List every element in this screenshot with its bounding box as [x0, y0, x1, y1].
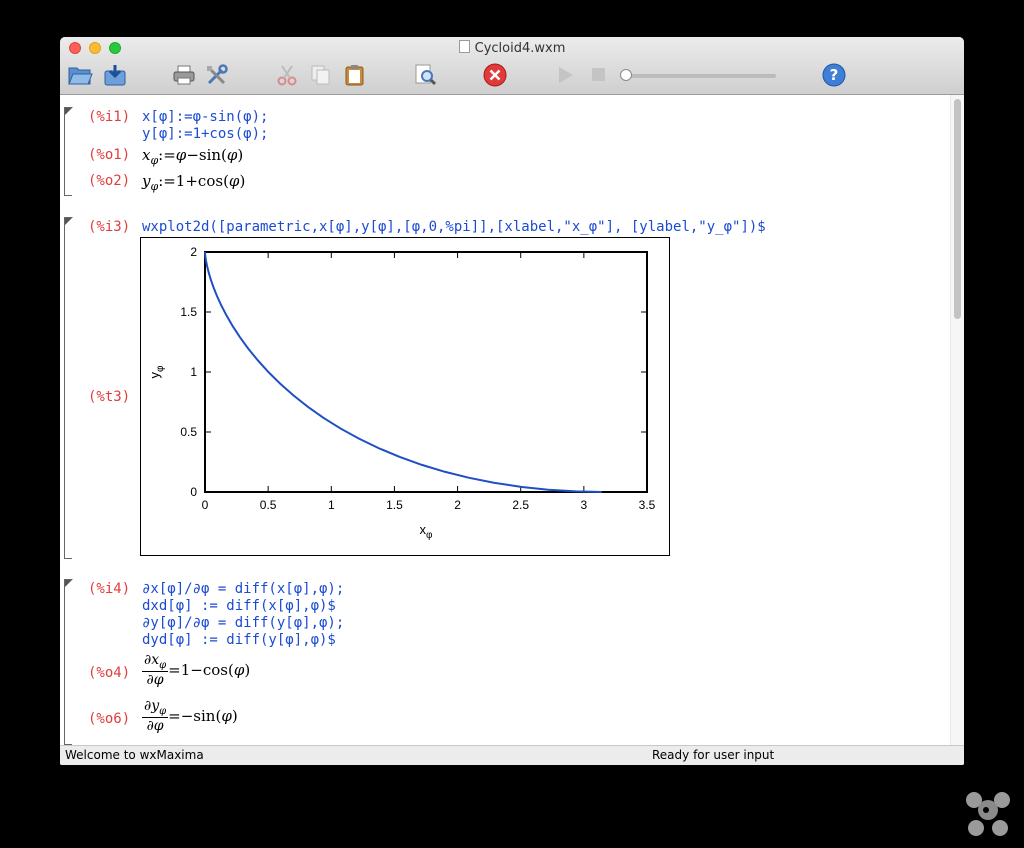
help-icon: ? — [822, 63, 846, 87]
stop-animation-button[interactable] — [586, 62, 612, 88]
scrollbar-thumb[interactable] — [954, 99, 961, 319]
open-folder-icon — [68, 67, 93, 85]
printer-icon — [173, 65, 195, 85]
worksheet[interactable]: (%i1) x[φ]:=φ-sin(φ); y[φ]:=1+cos(φ); (%… — [60, 95, 950, 745]
animation-slider-track[interactable] — [626, 74, 776, 78]
input-line[interactable]: wxplot2d([parametric,x[φ],y[φ],[φ,0,%pi]… — [142, 219, 766, 236]
x-tick-label: 0.5 — [260, 498, 277, 512]
derivative-fraction: ∂yφ ∂φ — [142, 698, 169, 734]
interrupt-button[interactable] — [482, 62, 508, 88]
status-message: Welcome to wxMaxima — [65, 748, 204, 762]
output-label-o6: (%o6) — [88, 711, 131, 727]
stop-sign-icon — [483, 63, 507, 87]
input-label-i4: (%i4) — [88, 581, 131, 597]
titlebar: Cycloid4.wxm ? — [60, 37, 964, 95]
cell-bracket[interactable] — [64, 107, 73, 196]
stop-icon — [592, 68, 605, 81]
x-tick-label: 3 — [581, 498, 588, 512]
plot-image: 0 0.5 1 1.5 2 2.5 3 3.5 0 0.5 1 1.5 2 xφ yφ — [140, 237, 670, 556]
input-label-i1: (%i1) — [88, 109, 131, 125]
x-tick-label: 2 — [454, 498, 461, 512]
y-axis-label: yφ — [147, 365, 166, 379]
svg-text:?: ? — [830, 66, 839, 84]
x-tick-label: 0 — [202, 498, 209, 512]
watermark-logo — [966, 792, 1010, 836]
window-title-area: Cycloid4.wxm — [60, 40, 964, 56]
x-axis-label: xφ — [420, 522, 434, 541]
output-o4: ∂xφ ∂φ =1−cos(φ) — [142, 652, 251, 688]
find-icon — [415, 64, 437, 86]
x-tick-label: 1.5 — [386, 498, 403, 512]
animation-slider-knob[interactable] — [620, 69, 632, 81]
vertical-scrollbar[interactable] — [950, 95, 964, 745]
input-line[interactable]: dyd[φ] := diff(y[φ],φ)$ — [142, 632, 336, 649]
tools-icon — [207, 64, 228, 85]
derivative-fraction: ∂xφ ∂φ — [142, 652, 169, 688]
cell-bracket[interactable] — [64, 217, 73, 559]
y-tick-label: 2 — [190, 245, 197, 259]
cut-button[interactable] — [274, 62, 300, 88]
y-tick-label: 0 — [190, 485, 197, 499]
open-button[interactable] — [67, 62, 93, 88]
paste-button[interactable] — [342, 62, 368, 88]
output-label-t3: (%t3) — [88, 389, 131, 405]
help-button[interactable]: ? — [821, 62, 847, 88]
preferences-button[interactable] — [204, 62, 230, 88]
x-tick-label: 1 — [328, 498, 335, 512]
output-label-o4: (%o4) — [88, 665, 131, 681]
save-button[interactable] — [102, 62, 128, 88]
print-button[interactable] — [171, 62, 197, 88]
y-tick-label: 0.5 — [180, 425, 197, 439]
find-button[interactable] — [413, 62, 439, 88]
status-state: Ready for user input — [652, 748, 775, 762]
output-o1: xφ:=φ−sin(φ) — [142, 146, 244, 167]
output-label-o2: (%o2) — [88, 173, 131, 189]
plot-frame — [204, 251, 648, 493]
input-line[interactable]: y[φ]:=1+cos(φ); — [142, 126, 268, 143]
y-tick-label: 1.5 — [180, 305, 197, 319]
window-title: Cycloid4.wxm — [474, 41, 566, 56]
status-bar: Welcome to wxMaxima Ready for user input — [60, 745, 964, 765]
cycloid-curve — [204, 251, 602, 493]
scissors-icon — [277, 65, 297, 86]
output-o6: ∂yφ ∂φ =−sin(φ) — [142, 698, 238, 734]
output-label-o1: (%o1) — [88, 147, 131, 163]
clipboard-icon — [345, 65, 364, 86]
copy-button[interactable] — [308, 62, 334, 88]
y-tick-label: 1 — [190, 365, 197, 379]
wxmaxima-window: Cycloid4.wxm ? (%i1) x[φ]:=φ-sin(φ); y[φ… — [60, 37, 964, 765]
document-icon — [458, 40, 470, 53]
play-animation-button[interactable] — [552, 62, 578, 88]
input-line[interactable]: ∂x[φ]/∂φ = diff(x[φ],φ); — [142, 581, 344, 598]
input-label-i3: (%i3) — [88, 219, 131, 235]
cycloid-plot: 0 0.5 1 1.5 2 2.5 3 3.5 0 0.5 1 1.5 2 xφ yφ — [147, 245, 656, 541]
x-tick-label: 2.5 — [512, 498, 529, 512]
save-icon — [104, 65, 126, 86]
input-line[interactable]: dxd[φ] := diff(x[φ],φ)$ — [142, 598, 336, 615]
copy-icon — [311, 65, 330, 85]
play-icon — [559, 67, 573, 83]
input-line[interactable]: ∂y[φ]/∂φ = diff(y[φ],φ); — [142, 615, 344, 632]
output-o2: yφ:=1+cos(φ) — [142, 172, 246, 193]
cell-bracket[interactable] — [64, 579, 73, 745]
input-line[interactable]: x[φ]:=φ-sin(φ); — [142, 109, 268, 126]
x-tick-label: 3.5 — [639, 498, 656, 512]
